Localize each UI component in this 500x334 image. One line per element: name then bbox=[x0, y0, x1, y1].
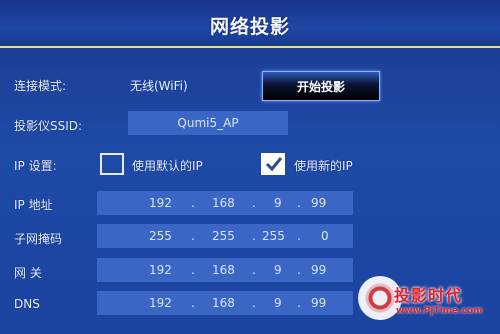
mask-octet-2: 255 bbox=[212, 229, 235, 243]
ip-dot-1: . bbox=[191, 196, 195, 210]
connection-mode-label: 连接模式: bbox=[14, 79, 67, 93]
subnet-mask-field[interactable]: 255 . 255 . 255 . 0 bbox=[97, 224, 353, 248]
ip-dot-2: . bbox=[252, 196, 256, 210]
pjtime-watermark: 投影时代 www.PjTime.com bbox=[354, 270, 500, 334]
dns-octet-4: 99 bbox=[311, 296, 327, 310]
dns-octet-1: 192 bbox=[149, 296, 172, 310]
gateway-label: 网 关 bbox=[14, 266, 42, 280]
gateway-field[interactable]: 192 . 168 . 9 . 99 bbox=[97, 258, 353, 282]
subnet-mask-label: 子网掩码 bbox=[14, 232, 63, 246]
gateway-octet-2: 168 bbox=[212, 263, 235, 277]
dns-dot-3: . bbox=[297, 296, 301, 310]
ip-dot-3: . bbox=[297, 196, 301, 210]
watermark-name: 投影时代 bbox=[394, 286, 463, 305]
page-title: 网络投影 bbox=[209, 16, 290, 38]
ssid-label: 投影仪SSID: bbox=[14, 119, 83, 133]
ip-octet-1: 192 bbox=[149, 196, 172, 210]
watermark-url: www.PjTime.com bbox=[396, 306, 483, 316]
gateway-octet-3: 9 bbox=[274, 263, 282, 277]
mask-octet-4: 0 bbox=[321, 229, 329, 243]
ip-address-label: IP 地址 bbox=[14, 198, 53, 212]
ip-octet-2: 168 bbox=[212, 196, 235, 210]
connection-mode-value: 无线(WiFi) bbox=[130, 79, 188, 93]
gateway-octet-4: 99 bbox=[311, 263, 327, 277]
new-ip-checkbox[interactable] bbox=[261, 153, 285, 175]
gateway-dot-2: . bbox=[252, 263, 256, 277]
start-projection-button[interactable]: 开始投影 bbox=[262, 71, 380, 101]
ip-octet-3: 9 bbox=[274, 196, 282, 210]
mask-octet-1: 255 bbox=[149, 229, 172, 243]
dns-dot-2: . bbox=[252, 296, 256, 310]
default-ip-checkbox[interactable] bbox=[100, 153, 124, 175]
ssid-field[interactable]: Qumi5_AP bbox=[128, 111, 288, 135]
mask-dot-1: . bbox=[191, 229, 195, 243]
dns-octet-2: 168 bbox=[212, 296, 235, 310]
dns-label: DNS bbox=[14, 297, 40, 311]
ip-octet-4: 99 bbox=[311, 196, 327, 210]
mask-octet-3: 255 bbox=[262, 229, 285, 243]
dns-field[interactable]: 192 . 168 . 9 . 99 bbox=[97, 291, 353, 315]
mask-dot-3: . bbox=[297, 229, 301, 243]
dns-octet-3: 9 bbox=[274, 296, 282, 310]
title-underline bbox=[0, 46, 500, 48]
mask-dot-2: . bbox=[252, 229, 256, 243]
dns-dot-1: . bbox=[191, 296, 195, 310]
gateway-octet-1: 192 bbox=[149, 263, 172, 277]
ip-setting-label: IP 设置: bbox=[14, 159, 57, 173]
default-ip-option-label: 使用默认的IP bbox=[132, 159, 203, 173]
checkmark-icon bbox=[265, 157, 283, 172]
gateway-dot-3: . bbox=[297, 263, 301, 277]
ip-address-field[interactable]: 192 . 168 . 9 . 99 bbox=[97, 191, 353, 215]
new-ip-option-label: 使用新的IP bbox=[294, 159, 353, 173]
gateway-dot-1: . bbox=[191, 263, 195, 277]
